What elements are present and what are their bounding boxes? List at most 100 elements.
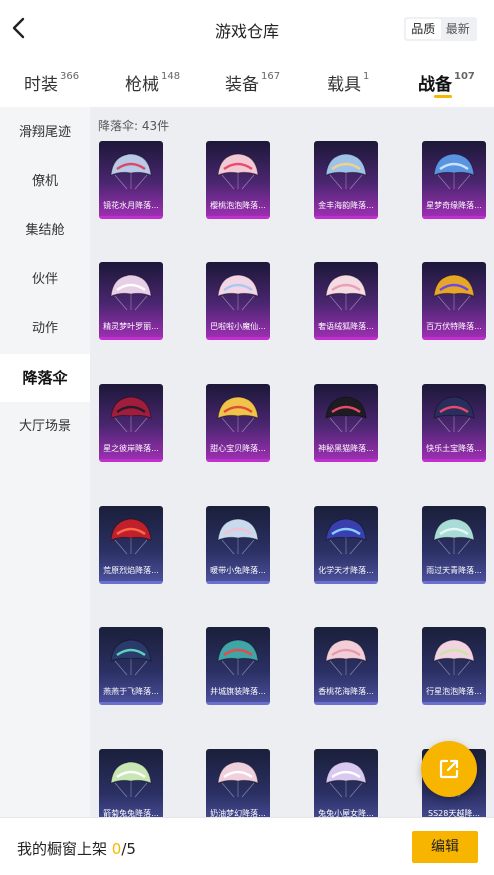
tab-count: 366 [60,71,80,83]
active-tab-indicator [434,95,452,98]
showcase-total: /5 [121,840,136,858]
parachute-item-card[interactable]: 神秘黑猫降落... [314,384,378,462]
parachute-item-card[interactable]: 甜心宝贝降落... [206,384,270,462]
parachute-canopy-icon [325,274,367,311]
item-name: 雨过天青降落... [426,566,482,575]
parachute-canopy-icon [325,396,367,433]
item-name: 樱桃泡泡降落... [210,201,266,210]
parachute-item-card[interactable]: 奶油梦幻降落... [206,749,270,817]
item-name: 金丰海韵降落... [318,201,374,210]
parachute-canopy-icon [217,518,259,555]
sort-by-quality[interactable]: 品质 [406,19,441,39]
item-name: 行星泡泡降落... [426,687,482,696]
tab-fashion[interactable]: 时装 366 [24,70,79,95]
parachute-item-card[interactable]: 燕燕于飞降落... [99,627,163,705]
tab-label: 时装 [24,75,58,95]
parachute-item-card[interactable]: 快乐土宝降落... [422,384,486,462]
tab-count: 167 [261,71,281,83]
bottom-bar: 我的橱窗上架 0/5 编辑 [0,817,494,875]
parachute-canopy-icon [325,153,367,190]
item-name: 香桃花海降落... [318,687,374,696]
sidebar-item-wingman[interactable]: 僚机 [0,158,90,206]
sidebar-item-glide-trail[interactable]: 滑翔尾迹 [0,109,90,157]
parachute-item-card[interactable]: 星梦奇缘降落... [422,141,486,219]
tab-vehicles[interactable]: 载具 1 [327,70,369,95]
item-name: 精灵梦叶罗丽... [103,322,159,331]
parachute-item-card[interactable]: 樱桃泡泡降落... [206,141,270,219]
parachute-item-card[interactable]: 暖带小兔降落... [206,506,270,584]
parachute-canopy-icon [110,639,152,676]
parachute-item-card[interactable]: 兔兔小屋女降... [314,749,378,817]
sort-by-newest[interactable]: 最新 [441,19,476,39]
sidebar: 滑翔尾迹 僚机 集结舱 伙伴 动作 降落伞 大厅场景 [0,107,90,817]
parachute-item-card[interactable]: 星之彼岸降落... [99,384,163,462]
parachute-canopy-icon [110,761,152,798]
tab-count: 107 [454,71,475,83]
item-name: SS28天越降... [428,809,480,817]
parachute-item-card[interactable]: 井城旗装降落... [206,627,270,705]
item-name: 星梦奇缘降落... [426,201,482,210]
tab-weapons[interactable]: 枪械 148 [125,70,180,95]
item-name: 井城旗装降落... [210,687,266,696]
parachute-item-card[interactable]: 奢语绒狐降落... [314,262,378,340]
share-icon [439,759,459,779]
parachute-item-card[interactable]: 精灵梦叶罗丽... [99,262,163,340]
item-name: 快乐土宝降落... [426,444,482,453]
parachute-canopy-icon [433,396,475,433]
showcase-status: 我的橱窗上架 0/5 [17,838,136,859]
parachute-canopy-icon [325,518,367,555]
parachute-canopy-icon [325,761,367,798]
item-count: 降落伞: 43件 [98,119,170,133]
tab-label: 载具 [327,75,361,95]
showcase-label: 我的橱窗上架 [17,840,108,858]
parachute-canopy-icon [110,274,152,311]
item-name: 巴啦啦小魔仙... [210,322,266,331]
edit-button[interactable]: 编辑 [412,831,478,863]
parachute-canopy-icon [217,274,259,311]
item-name: 燕燕于飞降落... [103,687,159,696]
parachute-canopy-icon [110,396,152,433]
item-name: 奢语绒狐降落... [318,322,374,331]
parachute-canopy-icon [325,639,367,676]
item-name: 箭菊兔兔降落... [103,809,159,817]
sidebar-item-partner[interactable]: 伙伴 [0,256,90,304]
top-header: 游戏仓库 品质 最新 [0,0,494,58]
tab-label: 枪械 [125,75,159,95]
share-button[interactable] [421,741,477,797]
parachute-item-card[interactable]: 金丰海韵降落... [314,141,378,219]
tab-count: 148 [161,71,181,83]
sidebar-item-lobby-scene[interactable]: 大厅场景 [0,403,90,451]
sidebar-item-action[interactable]: 动作 [0,305,90,353]
parachute-canopy-icon [217,761,259,798]
tab-label: 装备 [225,75,259,95]
tab-equipment[interactable]: 装备 167 [225,70,280,95]
parachute-canopy-icon [433,518,475,555]
parachute-canopy-icon [433,639,475,676]
parachute-item-card[interactable]: 箭菊兔兔降落... [99,749,163,817]
parachute-item-card[interactable]: 香桃花海降落... [314,627,378,705]
tab-battle-gear[interactable]: 战备 107 [418,70,475,95]
tab-count: 1 [363,71,370,83]
item-name: 镜花水月降落... [103,201,159,210]
item-name: 甜心宝贝降落... [210,444,266,453]
parachute-item-card[interactable]: 雨过天青降落... [422,506,486,584]
parachute-canopy-icon [110,518,152,555]
item-name: 奶油梦幻降落... [210,809,266,817]
item-name: 兔兔小屋女降... [318,809,374,817]
item-name: 神秘黑猫降落... [318,444,374,453]
parachute-item-card[interactable]: 镜花水月降落... [99,141,163,219]
parachute-canopy-icon [433,153,475,190]
parachute-canopy-icon [217,639,259,676]
parachute-item-card[interactable]: 行星泡泡降落... [422,627,486,705]
tab-label: 战备 [418,75,452,95]
parachute-item-card[interactable]: 巴啦啦小魔仙... [206,262,270,340]
parachute-item-card[interactable]: 化学天才降落... [314,506,378,584]
parachute-canopy-icon [433,274,475,311]
sidebar-item-rally-pod[interactable]: 集结舱 [0,207,90,255]
sidebar-item-parachute[interactable]: 降落伞 [0,354,90,402]
parachute-item-card[interactable]: 百万伏特降落... [422,262,486,340]
item-name: 百万伏特降落... [426,322,482,331]
parachute-canopy-icon [110,153,152,190]
parachute-item-card[interactable]: 荒原烈焰降落... [99,506,163,584]
item-name: 化学天才降落... [318,566,374,575]
